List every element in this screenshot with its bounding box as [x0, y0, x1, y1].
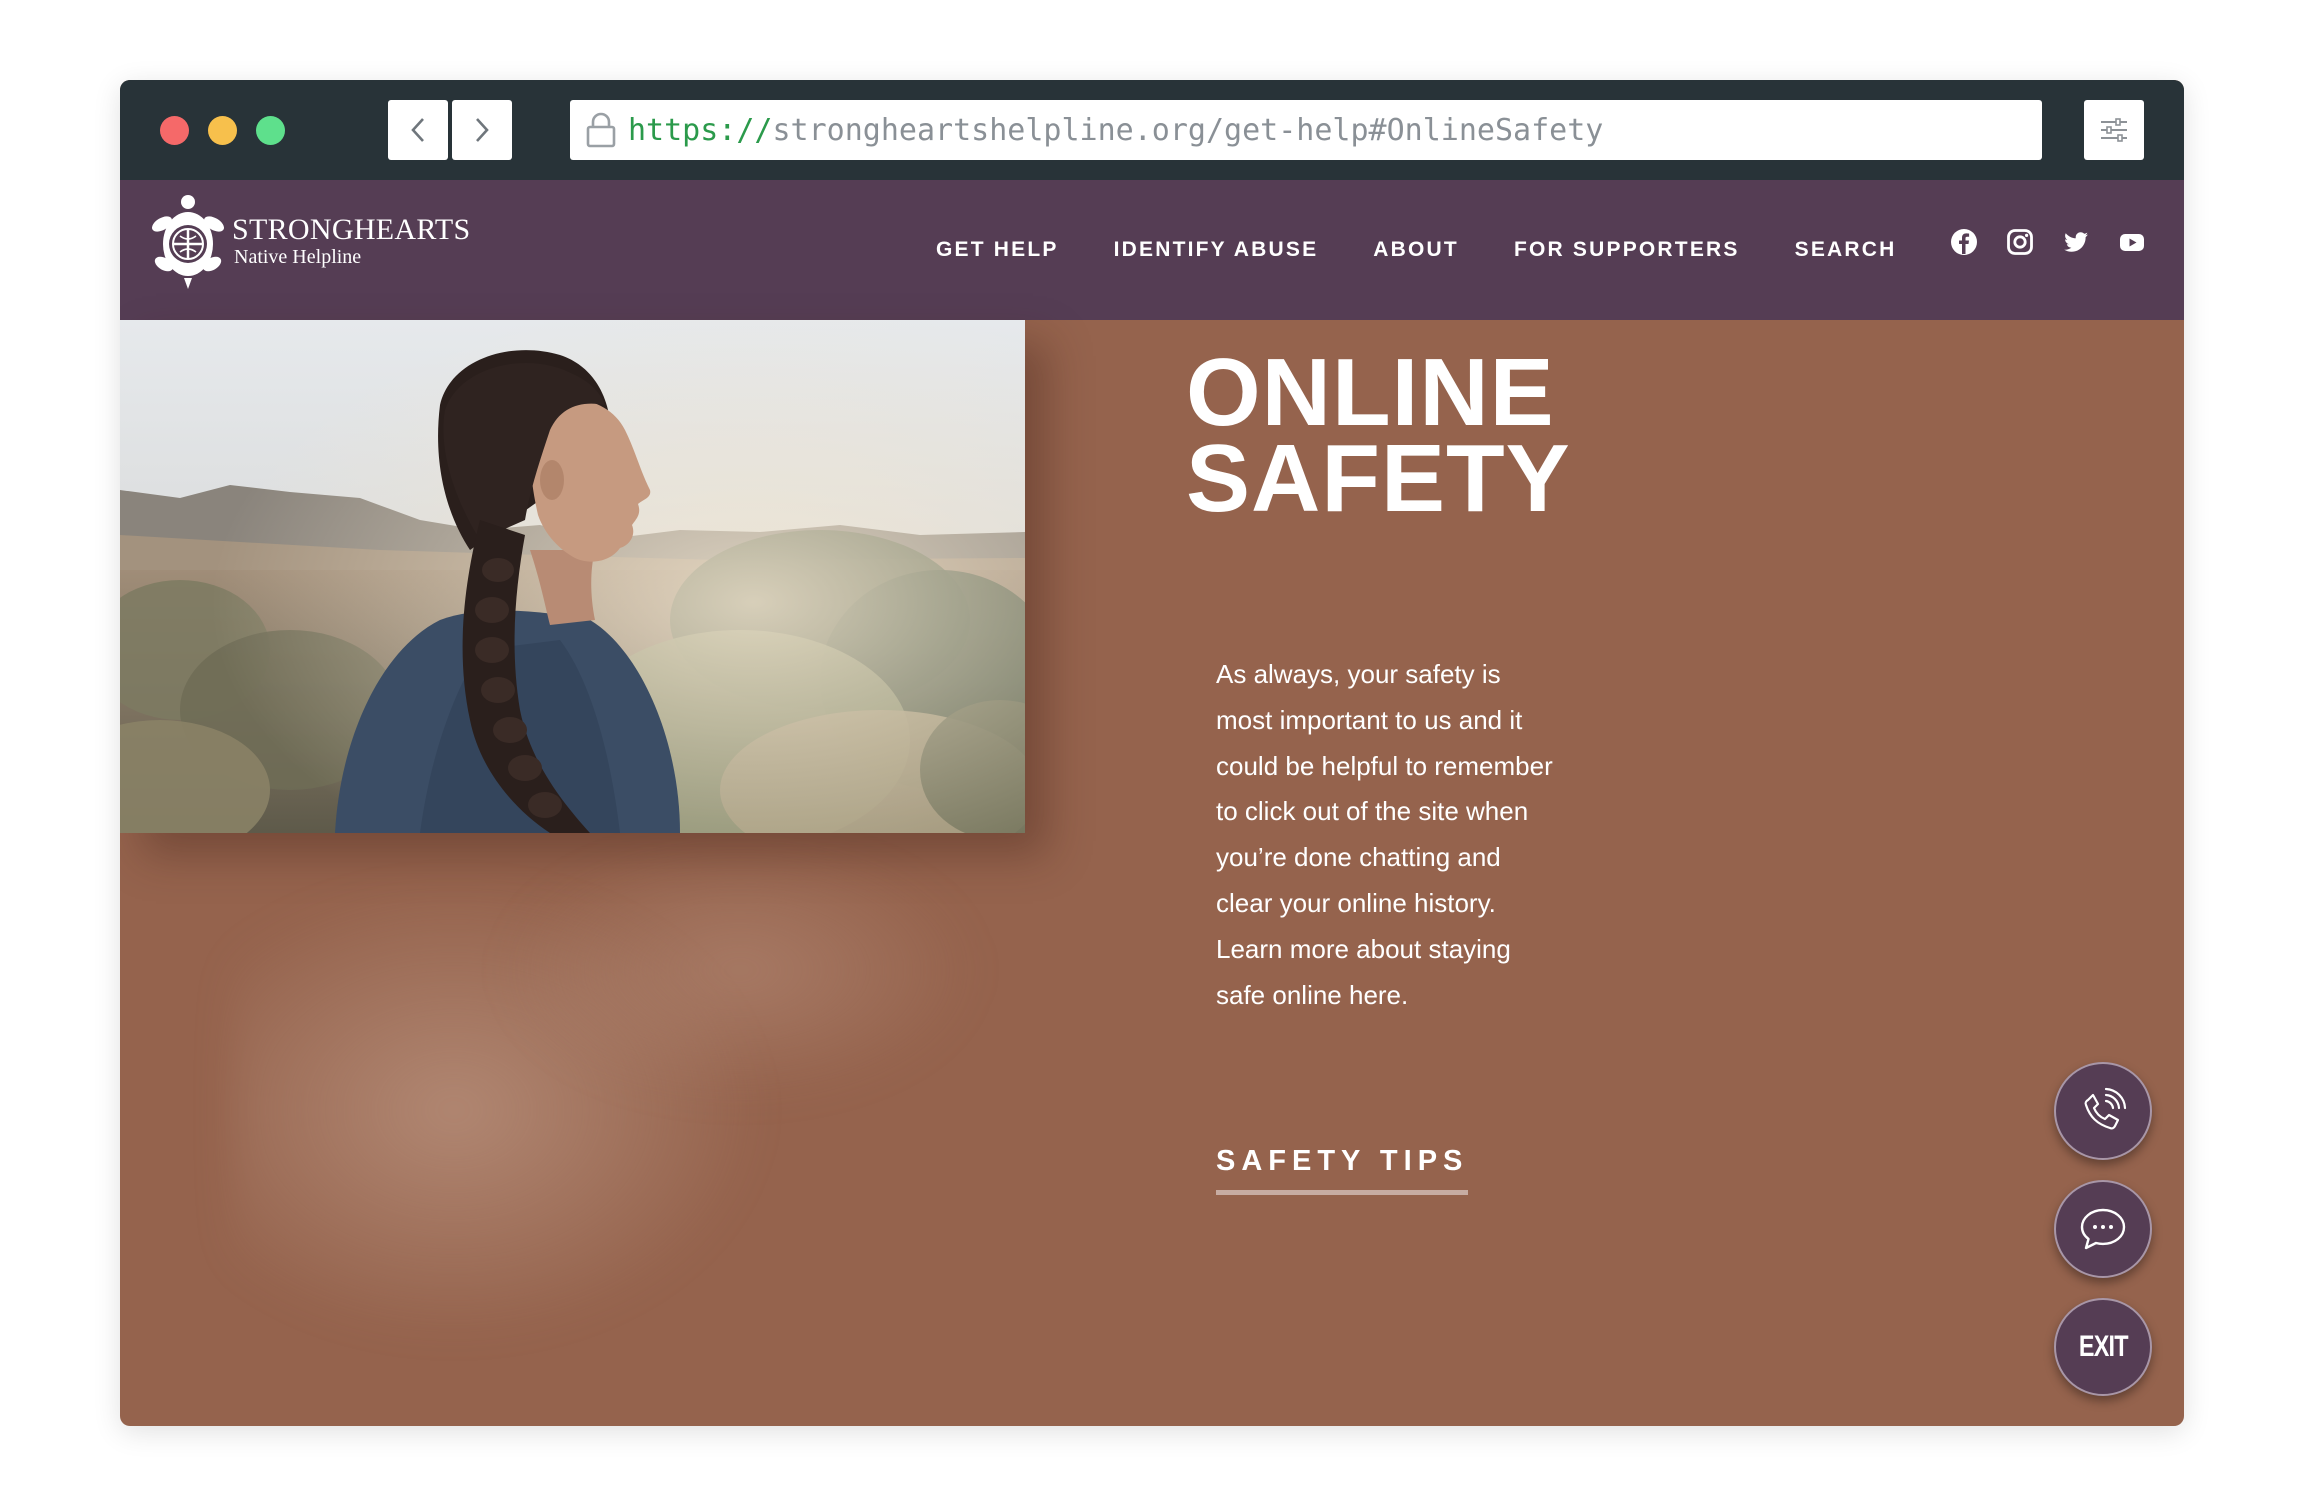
address-bar[interactable]: https://strongheartshelpline.org/get-hel… [570, 100, 2042, 160]
forward-button[interactable] [452, 100, 512, 160]
page-title: ONLINE SAFETY [1186, 339, 1571, 532]
exit-label: EXIT [2078, 1330, 2129, 1363]
page-title-line: ONLINE [1186, 339, 1555, 446]
hero-photo-woman-in-field [120, 320, 1025, 833]
back-button[interactable] [388, 100, 448, 160]
twitter-icon[interactable] [2062, 228, 2090, 256]
nav-get-help[interactable]: GET HELP [936, 238, 1059, 262]
nav-search[interactable]: SEARCH [1795, 238, 1897, 262]
nav-identify-abuse[interactable]: IDENTIFY ABUSE [1114, 238, 1319, 262]
browser-window: https://strongheartshelpline.org/get-hel… [120, 80, 2184, 1426]
browser-settings-button[interactable] [2084, 100, 2144, 160]
maximize-window-button[interactable] [256, 116, 285, 145]
youtube-icon[interactable] [2118, 228, 2146, 256]
quick-exit-button[interactable]: EXIT [2054, 1298, 2152, 1396]
main-nav: GET HELP IDENTIFY ABUSE ABOUT FOR SUPPOR… [936, 180, 1952, 320]
url-path: strongheartshelpline.org/get-help#Online… [772, 112, 1604, 148]
blurred-background-shape [500, 840, 980, 1100]
site-header: STRONGHEARTS Native Helpline GET HELP ID… [120, 180, 2184, 320]
call-helpline-button[interactable] [2054, 1062, 2152, 1160]
safety-message: As always, your safety is most important… [1216, 659, 1553, 1010]
lock-icon [586, 112, 616, 148]
chevron-right-icon [476, 118, 489, 142]
instagram-icon[interactable] [2006, 228, 2034, 256]
url-scheme: https:// [628, 112, 773, 148]
safety-tips-link[interactable]: SAFETY TIPS [1216, 1145, 1469, 1195]
page-title-line: SAFETY [1186, 425, 1571, 532]
close-window-button[interactable] [160, 116, 189, 145]
social-links [1950, 228, 2174, 256]
chat-bubble-icon [2080, 1208, 2126, 1250]
logo-name: STRONGHEARTS [232, 213, 471, 246]
phone-call-icon [2084, 1087, 2127, 1130]
logo-wordmark: STRONGHEARTS Native Helpline [232, 215, 471, 269]
turtle-logo-icon [152, 195, 224, 289]
sliders-icon [2101, 118, 2127, 142]
logo-subtitle: Native Helpline [234, 246, 362, 268]
chevron-left-icon [411, 118, 424, 142]
nav-about[interactable]: ABOUT [1373, 238, 1459, 262]
minimize-window-button[interactable] [208, 116, 237, 145]
nav-for-supporters[interactable]: FOR SUPPORTERS [1514, 238, 1740, 262]
site-logo[interactable]: STRONGHEARTS Native Helpline [150, 194, 471, 290]
facebook-icon[interactable] [1950, 228, 1978, 256]
chat-button[interactable] [2054, 1180, 2152, 1278]
browser-toolbar: https://strongheartshelpline.org/get-hel… [120, 80, 2184, 180]
